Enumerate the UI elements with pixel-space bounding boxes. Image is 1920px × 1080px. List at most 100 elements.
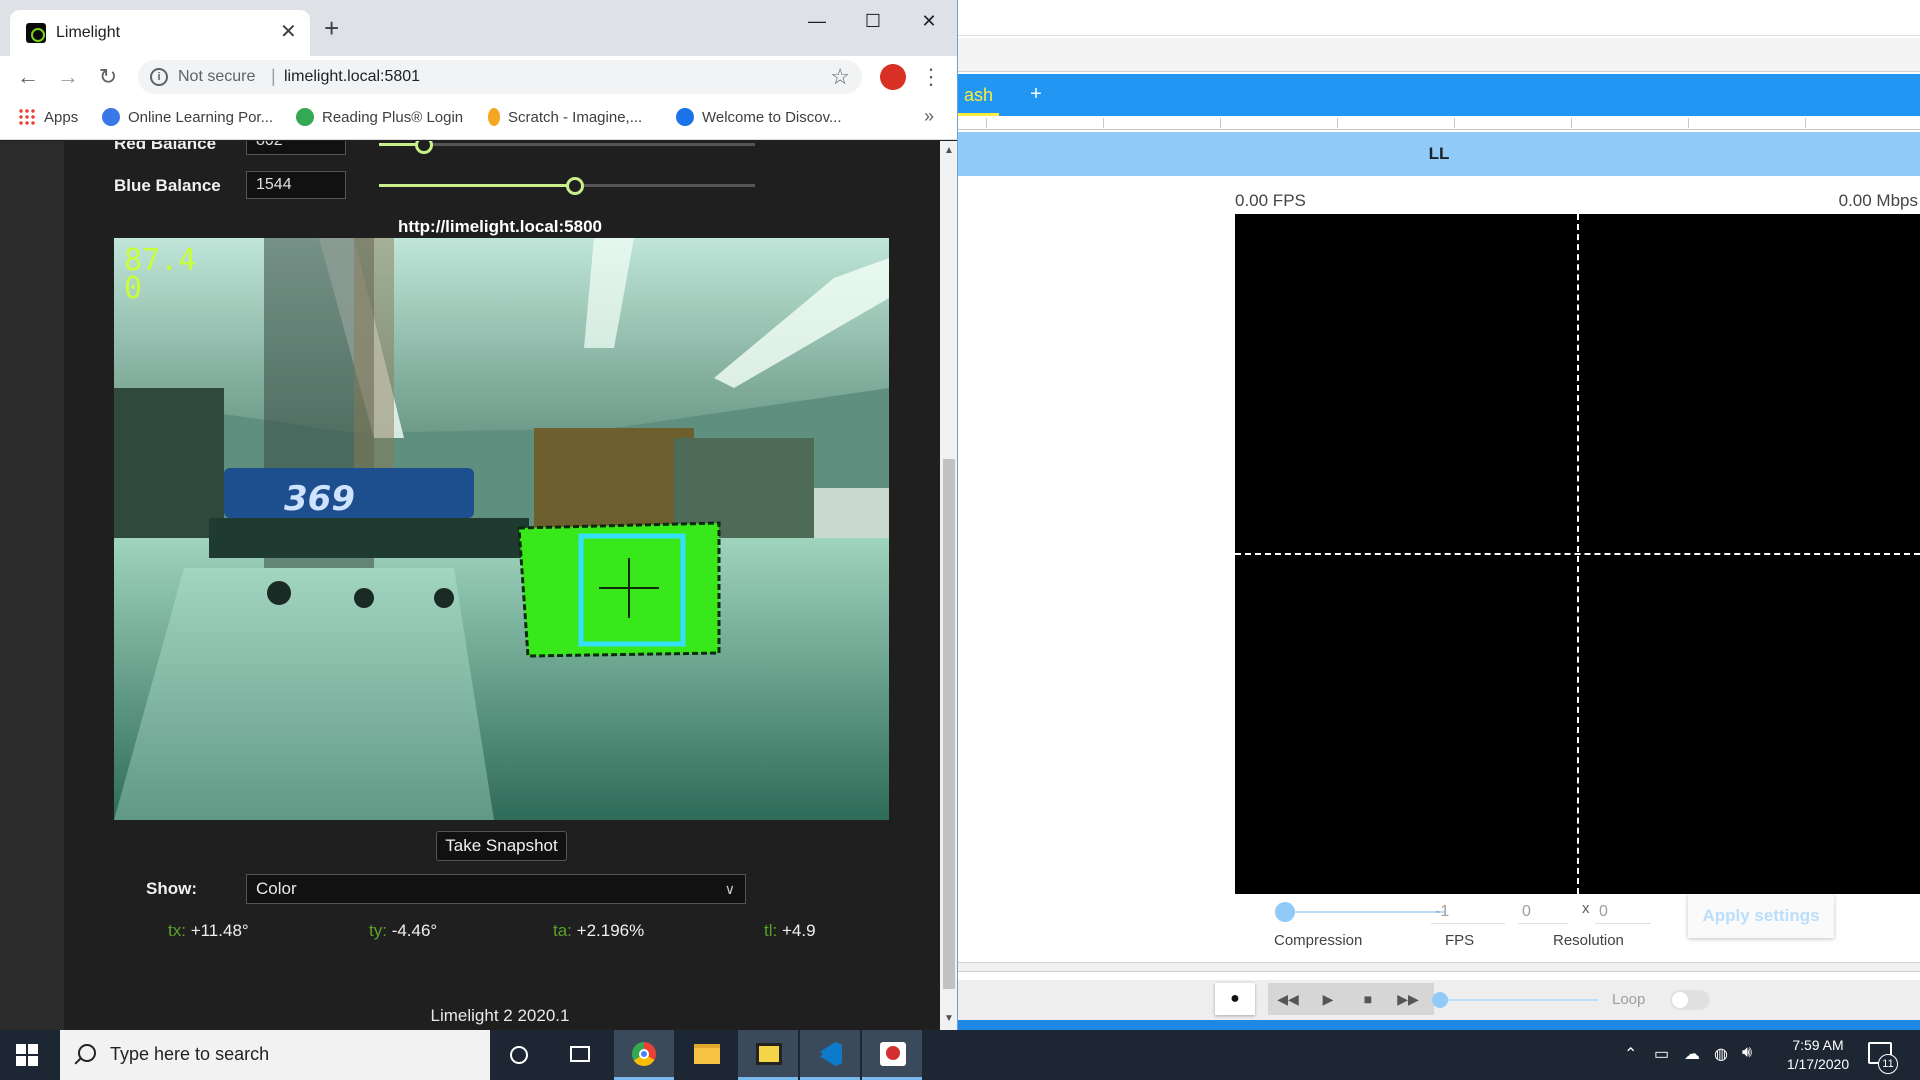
scroll-up-icon[interactable]: ▲ — [944, 145, 954, 156]
fps-readout: 0.00 FPS — [1235, 191, 1306, 210]
volume-icon[interactable]: 🔊︎ — [1742, 1044, 1752, 1062]
record-button[interactable]: ● — [1215, 983, 1255, 1015]
dashboard-tab[interactable]: ash — [958, 82, 1000, 116]
scratch-icon — [488, 108, 500, 126]
stop-icon[interactable]: ■ — [1348, 983, 1388, 1015]
browser-tab[interactable]: Limelight ✕ — [10, 10, 310, 56]
bookmark-apps[interactable]: Apps — [18, 108, 78, 126]
red-balance-label: Red Balance — [114, 141, 217, 153]
bookmark-online-learning[interactable]: Online Learning Por... — [102, 108, 273, 126]
scroll-down-icon[interactable]: ▼ — [944, 1013, 954, 1024]
minimize-icon[interactable]: — — [794, 6, 840, 36]
java-app-taskbar-icon[interactable] — [862, 1030, 922, 1080]
bookmarks-bar: Apps Online Learning Por... Reading Plus… — [0, 98, 957, 140]
battery-icon[interactable]: ▭ — [1654, 1044, 1669, 1064]
bookmark-label: Welcome to Discov... — [702, 109, 842, 126]
stat-key: ta: — [553, 921, 572, 940]
playback-slider-knob[interactable] — [1432, 992, 1448, 1008]
bookmark-discovery[interactable]: Welcome to Discov... — [676, 108, 841, 126]
blue-balance-knob[interactable] — [565, 177, 584, 195]
labview-taskbar-icon[interactable] — [738, 1030, 798, 1080]
tab-title: Limelight — [56, 24, 121, 41]
task-view-icon[interactable] — [550, 1030, 610, 1080]
vscode-taskbar-icon[interactable] — [800, 1030, 860, 1080]
bookmark-star-icon[interactable]: ☆ — [830, 64, 850, 90]
dashboard-tabbar: ash + — [958, 74, 1920, 116]
cortana-icon[interactable] — [490, 1030, 550, 1080]
url-text[interactable]: limelight.local:5801 — [284, 68, 420, 86]
forward-arrow-icon[interactable]: → — [54, 62, 82, 92]
reload-icon[interactable]: ↻ — [94, 62, 122, 92]
fps-label: FPS — [1445, 932, 1475, 949]
fps-field[interactable]: -1 — [1431, 900, 1505, 924]
grid-ruler — [958, 116, 1920, 130]
compression-slider-track[interactable] — [1285, 911, 1445, 913]
profile-avatar[interactable] — [880, 64, 906, 90]
maximize-icon[interactable]: ☐ — [850, 6, 896, 36]
stat-ta: ta: +2.196% — [553, 921, 644, 941]
browser-titlebar: Limelight ✕ + — ☐ ✕ — [0, 0, 957, 56]
playback-slider-track[interactable] — [1438, 999, 1598, 1001]
red-balance-input[interactable]: 802 — [246, 141, 346, 155]
more-bookmarks-icon[interactable]: » — [924, 106, 934, 127]
limelight-page: Red Balance 802 Blue Balance 1544 http:/… — [0, 141, 940, 1030]
playback-controls: ◀◀ ▶ ■ ▶▶ — [1268, 983, 1434, 1015]
windows-start-icon[interactable] — [16, 1044, 38, 1066]
chrome-taskbar-icon[interactable] — [614, 1030, 674, 1080]
search-icon — [78, 1044, 96, 1062]
blue-balance-input[interactable]: 1544 — [246, 171, 346, 199]
camera-feed-image: 369 87.4 0 — [114, 238, 889, 820]
info-icon[interactable]: i — [150, 68, 168, 86]
url-separator: | — [271, 66, 276, 86]
dashboard-menubar — [958, 0, 1920, 36]
address-bar[interactable]: i Not secure | limelight.local:5801 ☆ — [138, 60, 862, 94]
blue-balance-slider[interactable] — [379, 177, 755, 195]
stat-key: tl: — [764, 921, 778, 940]
limelight-favicon-icon — [26, 23, 46, 43]
apply-settings-button[interactable]: Apply settings — [1688, 894, 1834, 938]
page-scrollbar[interactable]: ▲ ▼ — [940, 141, 957, 1030]
stream-url: http://limelight.local:5800 — [397, 217, 603, 236]
taskbar-search-box[interactable]: Type here to search — [60, 1030, 490, 1080]
onedrive-cloud-icon[interactable]: ☁ — [1684, 1044, 1700, 1064]
stat-value: -4.46° — [391, 921, 438, 940]
back-arrow-icon[interactable]: ← — [14, 62, 42, 92]
reading-plus-icon — [296, 108, 314, 126]
close-window-icon[interactable]: ✕ — [906, 6, 952, 36]
rewind-icon[interactable]: ◀◀ — [1268, 983, 1308, 1015]
tray-chevron-up-icon[interactable]: ⌃ — [1624, 1044, 1637, 1064]
bookmark-reading-plus[interactable]: Reading Plus® Login — [296, 108, 463, 126]
close-tab-icon[interactable]: ✕ — [280, 20, 297, 44]
compression-slider-knob[interactable] — [1275, 902, 1295, 922]
show-select[interactable]: Color ∨ — [246, 874, 746, 904]
loop-toggle[interactable] — [1670, 990, 1710, 1010]
resolution-label: Resolution — [1553, 932, 1624, 949]
fast-forward-icon[interactable]: ▶▶ — [1388, 983, 1428, 1015]
resolution-width-field[interactable]: 0 — [1518, 900, 1568, 924]
stream-controls: Compression -1 FPS 0 x 0 Resolution Appl… — [1235, 894, 1920, 960]
play-icon[interactable]: ▶ — [1308, 983, 1348, 1015]
new-tab-icon[interactable]: + — [324, 14, 339, 42]
bookmark-label: Reading Plus® Login — [322, 109, 464, 126]
sidebar-panel — [0, 141, 64, 1030]
take-snapshot-button[interactable]: Take Snapshot — [436, 831, 567, 861]
network-globe-icon[interactable]: ◍ — [1714, 1044, 1728, 1064]
taskbar-clock[interactable]: 7:59 AM 1/17/2020 — [1770, 1036, 1866, 1074]
chevron-down-icon: ∨ — [724, 881, 735, 897]
red-balance-knob[interactable] — [415, 141, 434, 154]
stat-tx: tx: +11.48° — [168, 921, 249, 941]
pane-divider[interactable] — [958, 962, 1920, 972]
scrollbar-thumb[interactable] — [943, 459, 955, 989]
resolution-height-field[interactable]: 0 — [1595, 900, 1651, 924]
loop-label: Loop — [1612, 991, 1646, 1008]
resolution-x-label: x — [1582, 900, 1590, 917]
red-balance-slider[interactable] — [379, 141, 755, 154]
bookmark-scratch[interactable]: Scratch - Imagine,... — [488, 108, 642, 126]
online-learning-icon — [102, 108, 120, 126]
stat-value: +11.48° — [190, 921, 249, 940]
add-tab-button[interactable]: + — [1024, 80, 1048, 108]
browser-menu-icon[interactable]: ⋮ — [920, 62, 942, 92]
show-label: Show: — [146, 879, 197, 898]
stat-key: tx: — [168, 921, 186, 940]
file-explorer-icon[interactable] — [676, 1030, 736, 1080]
